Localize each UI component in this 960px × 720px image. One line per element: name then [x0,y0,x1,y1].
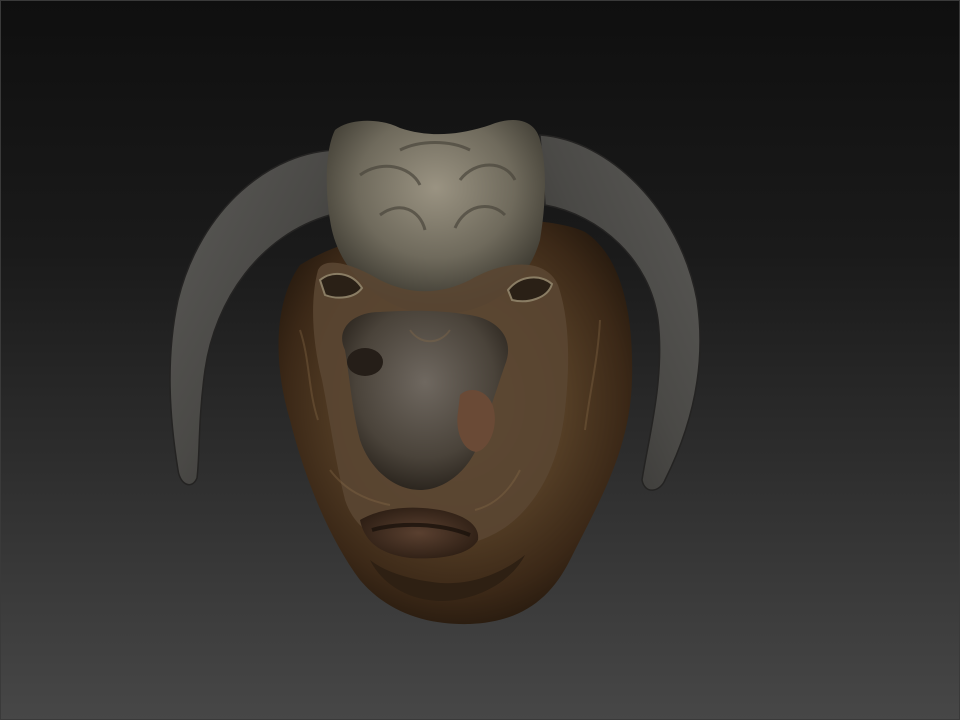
left-nostril [347,348,383,376]
bull-head-sculpt-icon [169,120,701,625]
3d-viewport[interactable] [0,0,960,720]
